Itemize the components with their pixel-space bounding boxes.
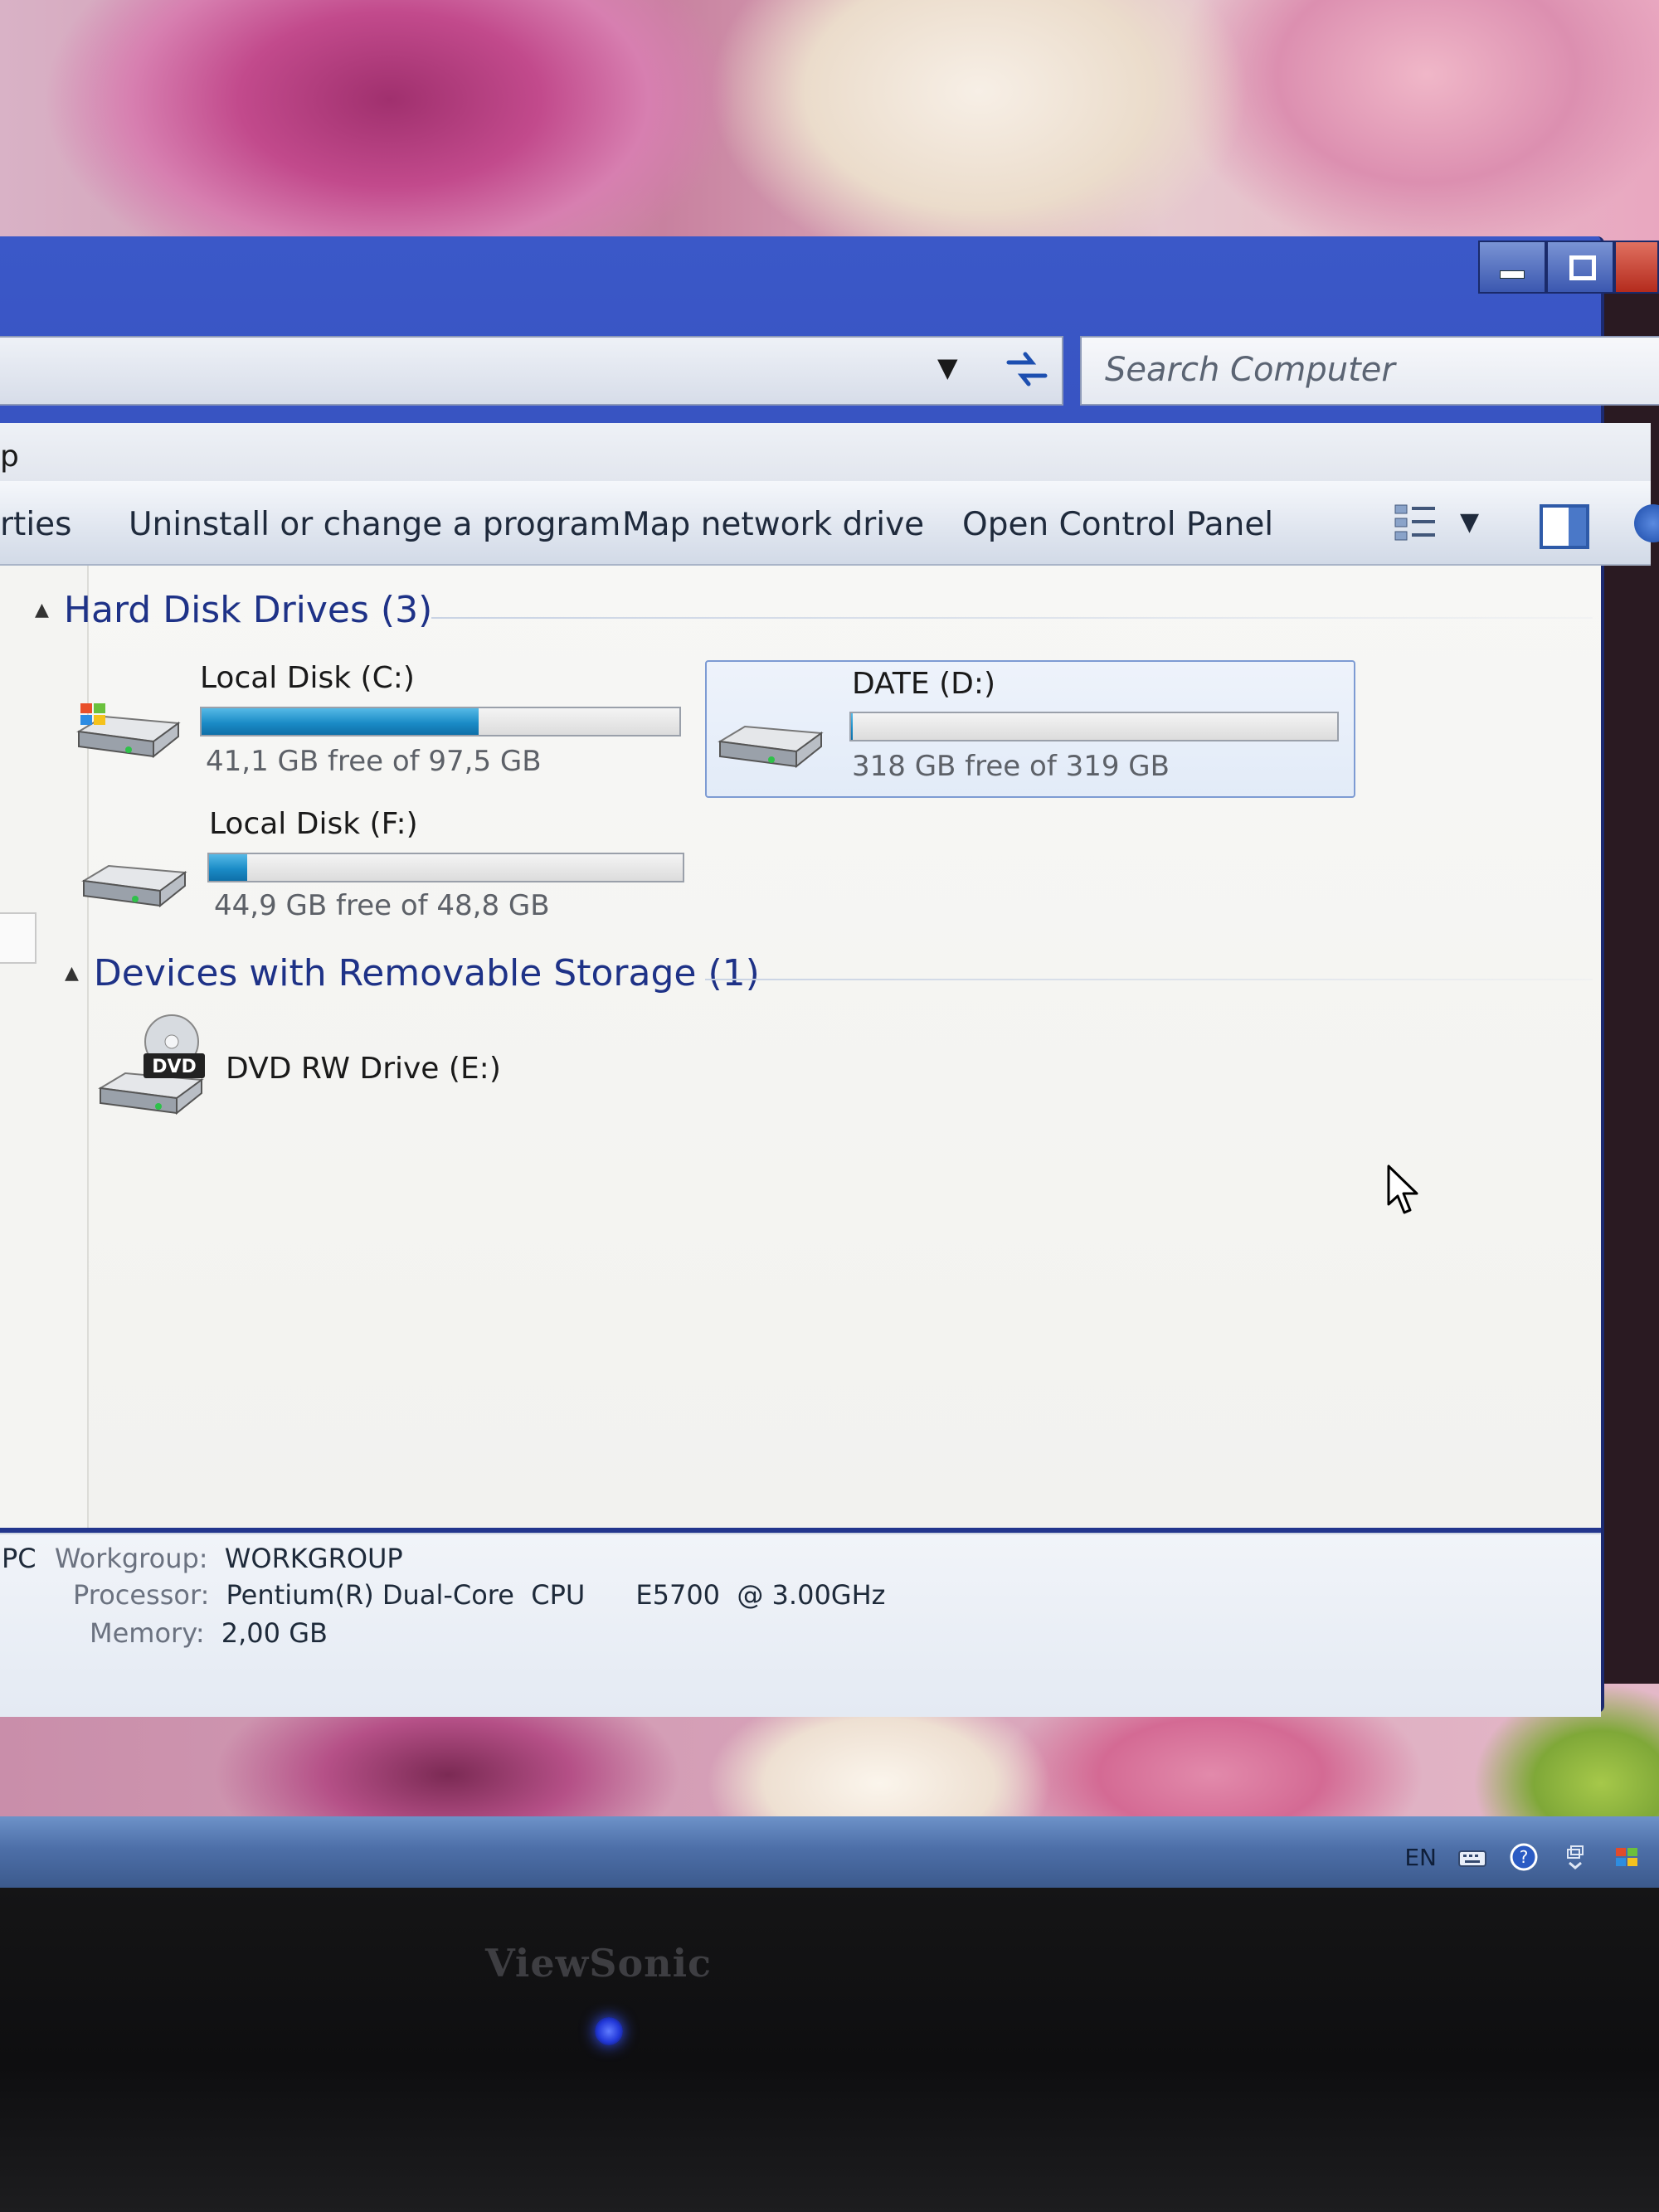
desktop-wallpaper: [0, 0, 1659, 249]
mouse-cursor-icon: [1387, 1164, 1420, 1216]
address-dropdown-icon[interactable]: ▼: [937, 352, 958, 383]
search-placeholder: Search Computer: [1105, 351, 1395, 389]
hard-drive-icon: [79, 848, 192, 911]
group-divider: [705, 979, 1593, 980]
drive-item-d[interactable]: DATE (D:) 318 GB free of 319 GB: [705, 660, 1355, 798]
drive-usage-fill: [209, 854, 247, 881]
view-dropdown-icon[interactable]: ▼: [1460, 508, 1479, 537]
drive-usage-fill: [851, 713, 853, 740]
memory-value: 2,00 GB: [221, 1617, 328, 1649]
computer-name-fragment: PC: [2, 1543, 36, 1574]
menu-bar: p: [0, 423, 1651, 482]
hard-drive-icon: [715, 708, 828, 771]
keyboard-icon[interactable]: [1457, 1843, 1488, 1871]
workgroup-value: WORKGROUP: [224, 1543, 403, 1574]
navigation-pane-splitter[interactable]: [0, 912, 36, 964]
drive-item-e[interactable]: DVD DVD RW Drive (E:): [95, 1012, 527, 1128]
group-title: Hard Disk Drives (3): [63, 589, 433, 631]
drive-usage-fill: [202, 708, 479, 735]
collapse-triangle-icon[interactable]: ▲: [65, 963, 79, 984]
close-button[interactable]: [1614, 241, 1659, 294]
processor-value: Pentium(R) Dual-Core CPU E5700 @ 3.00GHz: [226, 1579, 886, 1611]
uninstall-program-button[interactable]: Uninstall or change a program: [129, 506, 620, 543]
minimize-button[interactable]: [1478, 241, 1546, 294]
group-header-hard-disk-drives[interactable]: ▲ Hard Disk Drives (3): [35, 589, 432, 631]
help-button-icon[interactable]: [1634, 504, 1659, 542]
processor-row: Processor: Pentium(R) Dual-Core CPU E570…: [73, 1579, 885, 1611]
drive-item-c[interactable]: Local Disk (C:) 41,1 GB free of 97,5 GB: [66, 657, 697, 790]
drive-name: DATE (D:): [852, 667, 996, 701]
drive-free-space: 318 GB free of 319 GB: [852, 750, 1170, 783]
monitor-bezel: [0, 1888, 1659, 2212]
change-view-icon[interactable]: [1394, 502, 1438, 543]
drive-item-f[interactable]: Local Disk (F:) 44,9 GB free of 48,8 GB: [75, 803, 705, 927]
group-title: Devices with Removable Storage (1): [93, 952, 760, 994]
group-divider: [431, 617, 1593, 619]
menu-item-fragment[interactable]: p: [0, 440, 19, 474]
workgroup-row: PC Workgroup: WORKGROUP: [2, 1543, 403, 1574]
drive-usage-bar: [207, 853, 684, 882]
maximize-button[interactable]: [1546, 241, 1614, 294]
dvd-drive-icon: DVD: [95, 1012, 212, 1128]
collapse-triangle-icon[interactable]: ▲: [35, 600, 49, 620]
language-indicator[interactable]: EN: [1404, 1844, 1437, 1871]
power-led-icon: [595, 2017, 623, 2045]
drive-name: DVD RW Drive (E:): [226, 1052, 501, 1086]
system-tray: EN ?: [1404, 1843, 1642, 1871]
group-header-removable-storage[interactable]: ▲ Devices with Removable Storage (1): [65, 952, 760, 994]
address-bar[interactable]: [0, 336, 1063, 406]
system-drive-icon: [71, 698, 183, 761]
memory-row: Memory: 2,00 GB: [90, 1617, 328, 1649]
drive-usage-bar: [849, 712, 1339, 741]
drive-name: Local Disk (C:): [200, 661, 415, 695]
search-box[interactable]: Search Computer: [1080, 336, 1659, 406]
help-icon[interactable]: ?: [1508, 1843, 1540, 1871]
memory-label: Memory:: [90, 1617, 205, 1649]
tray-overflow-icon[interactable]: [1559, 1843, 1591, 1871]
drive-name: Local Disk (F:): [209, 807, 418, 841]
open-control-panel-button[interactable]: Open Control Panel: [962, 506, 1273, 543]
preview-pane-icon[interactable]: [1540, 504, 1589, 549]
properties-button[interactable]: rties: [0, 506, 71, 543]
details-pane: PC Workgroup: WORKGROUP Processor: Penti…: [0, 1533, 1601, 1717]
monitor-brand-logo: ViewSonic: [485, 1941, 713, 1986]
drive-free-space: 44,9 GB free of 48,8 GB: [214, 889, 550, 922]
drive-usage-bar: [200, 707, 681, 737]
drive-free-space: 41,1 GB free of 97,5 GB: [206, 745, 542, 778]
refresh-icon[interactable]: [994, 340, 1060, 398]
action-center-flag-icon[interactable]: [1611, 1843, 1642, 1871]
command-bar: rties Uninstall or change a program Map …: [0, 481, 1659, 566]
map-network-drive-button[interactable]: Map network drive: [622, 506, 924, 543]
processor-label: Processor:: [73, 1579, 210, 1611]
window-controls: [1478, 241, 1659, 294]
dvd-badge-text: DVD: [152, 1057, 197, 1077]
workgroup-label: Workgroup:: [54, 1543, 208, 1574]
svg-text:?: ?: [1520, 1847, 1529, 1867]
